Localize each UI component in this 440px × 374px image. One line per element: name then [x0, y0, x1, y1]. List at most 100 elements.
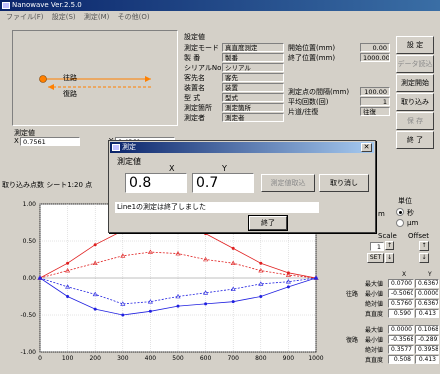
- stats-y-value: 0.413: [415, 309, 439, 318]
- series-point: [66, 295, 70, 298]
- x-tick-label: 900: [283, 355, 295, 362]
- settings-right-value: 往復: [360, 107, 390, 116]
- set-button[interactable]: SET: [367, 253, 384, 263]
- settings-row-value: 測定者: [222, 113, 284, 122]
- radio-sec[interactable]: [396, 208, 404, 216]
- save-button[interactable]: 保 存: [396, 112, 434, 130]
- series-point: [204, 302, 208, 306]
- settings-row-value: 製番: [222, 53, 284, 62]
- settings-row-label: 測定モード: [184, 44, 219, 52]
- dialog-y-input[interactable]: 0.7: [192, 173, 254, 193]
- y-tick-label: 0.50: [23, 238, 37, 245]
- dialog-exit-button[interactable]: 終了: [248, 215, 288, 231]
- settings-button[interactable]: 設 定: [396, 36, 434, 54]
- scale-input[interactable]: 1: [370, 242, 384, 251]
- settings-right-value: 100.00: [360, 87, 390, 96]
- stats-y-value: 0.6367: [415, 299, 439, 308]
- scale-up-button[interactable]: ↑: [385, 241, 394, 250]
- stats-x-value: -0.3568: [388, 335, 414, 344]
- y-tick-label: 1.00: [23, 201, 37, 208]
- up-arrow-icon: ↑: [421, 242, 427, 249]
- settings-right-value: 1: [360, 97, 390, 106]
- preview-diagram: [39, 75, 151, 90]
- menu-other[interactable]: その他(O): [118, 11, 150, 23]
- x-tick-label: 600: [200, 355, 212, 362]
- settings-row-value: 真直度測定: [222, 43, 284, 52]
- stats-y-value: 0.6367: [415, 279, 439, 288]
- title-bar: Nanowave Ver.2.5.0: [0, 0, 440, 11]
- dialog-title: 測定: [122, 143, 136, 151]
- dialog-x-input[interactable]: 0.8: [125, 173, 187, 193]
- measured-x-value: 0.7561: [20, 137, 80, 146]
- main-window: Nanowave Ver.2.5.0 ファイル(F) 設定(S) 測定(M) そ…: [0, 0, 440, 374]
- x-tick-label: 1000: [308, 355, 323, 362]
- stats-row-label: 最大値: [365, 327, 384, 334]
- dialog-recapture-button[interactable]: 測定値取込: [261, 174, 315, 192]
- offset-down-button[interactable]: ↓: [419, 253, 429, 263]
- start-measure-button[interactable]: 測定開始: [396, 74, 434, 92]
- stats-y-value: 0.1068: [415, 325, 439, 334]
- stats-x-value: 0.508: [388, 355, 414, 364]
- offset-label: Offset: [408, 232, 430, 240]
- settings-right-label: 平均回数(回): [288, 98, 329, 106]
- measure-dialog: 測定 ✕ 測定値 X Y 0.8 0.7 測定値取込 取り消し Line1の測定…: [108, 140, 376, 233]
- close-icon: ✕: [363, 143, 370, 151]
- return-arrow-icon: [48, 84, 54, 90]
- series-point: [93, 243, 97, 247]
- x-tick-label: 800: [255, 355, 267, 362]
- dialog-group-label: 測定値: [117, 157, 141, 166]
- stats-x-value: 0.590: [388, 309, 414, 318]
- dialog-cancel-button[interactable]: 取り消し: [319, 174, 369, 192]
- up-arrow-icon: ↑: [386, 242, 393, 249]
- capture-button[interactable]: 取り込み: [396, 93, 434, 111]
- settings-row-value: 測定箇所: [222, 103, 284, 112]
- data-load-button[interactable]: データ読込: [396, 55, 434, 73]
- dialog-title-bar: 測定: [110, 142, 374, 153]
- series-point: [231, 300, 235, 304]
- settings-row-label: 測定箇所: [184, 104, 212, 112]
- settings-title: 設定値: [184, 33, 205, 41]
- settings-row-label: 製 番: [184, 54, 201, 62]
- stats-y-value: 0.0000: [415, 289, 439, 298]
- scale-down-button[interactable]: ↓: [385, 253, 394, 263]
- unit-label: 単位: [398, 197, 412, 205]
- menu-settings[interactable]: 設定(S): [52, 11, 76, 23]
- series-point: [93, 307, 97, 311]
- series-point: [121, 313, 125, 317]
- stats-row-label: 絶対値: [365, 301, 384, 308]
- x-tick-label: 0: [38, 355, 42, 362]
- y-tick-label: -1.00: [20, 349, 36, 356]
- radio-sec-dot-icon: [399, 211, 402, 214]
- stats-row-label: 最小値: [365, 291, 384, 298]
- dialog-y-header: Y: [222, 164, 227, 173]
- offset-up-button[interactable]: ↑: [419, 241, 429, 251]
- stats-y-value: -0.2892: [415, 335, 439, 344]
- stats-x-value: -0.5060: [388, 289, 414, 298]
- unit-partial-text: m: [378, 210, 385, 218]
- settings-row-value: 型式: [222, 93, 284, 102]
- menu-bar: ファイル(F) 設定(S) 測定(M) その他(O): [0, 11, 440, 23]
- set-button-label: SET: [369, 254, 382, 261]
- stats-group-label: 復路: [346, 337, 359, 344]
- x-tick-label: 300: [117, 355, 129, 362]
- stats-row-label: 最大値: [365, 281, 384, 288]
- x-tick-label: 200: [89, 355, 101, 362]
- stats-row-label: 絶対値: [365, 347, 384, 354]
- exit-button[interactable]: 終 了: [396, 131, 434, 149]
- measured-x-label: X: [14, 137, 19, 145]
- series-point: [286, 285, 290, 289]
- series-point: [259, 295, 263, 298]
- dialog-close-button[interactable]: ✕: [361, 143, 372, 152]
- radio-um[interactable]: [396, 219, 404, 227]
- menu-file[interactable]: ファイル(F): [6, 11, 44, 23]
- series-point: [66, 261, 70, 265]
- stats-x-value: 0.0000: [388, 325, 414, 334]
- x-tick-label: 400: [145, 355, 157, 362]
- preview-label-return: 復路: [63, 90, 77, 98]
- menu-measure[interactable]: 測定(M): [84, 11, 110, 23]
- series-point: [231, 246, 235, 250]
- preview-panel: 往路 復路: [12, 30, 178, 126]
- settings-row-label: 装置名: [184, 84, 205, 92]
- y-tick-label: 0.00: [23, 275, 37, 282]
- stats-group-label: 往路: [346, 291, 359, 298]
